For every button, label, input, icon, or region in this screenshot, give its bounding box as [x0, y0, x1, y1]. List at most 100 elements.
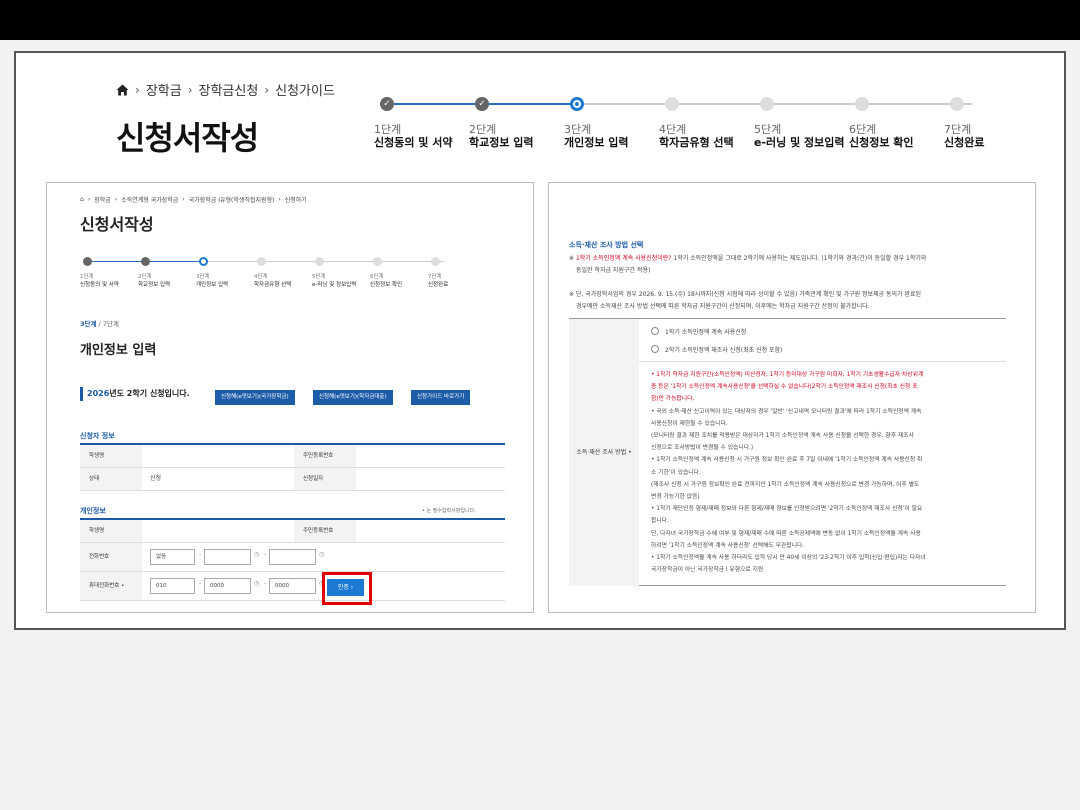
notice-bullet-line: 합니다.: [651, 518, 669, 525]
step-name: e-러닝 및 정보입력: [754, 136, 845, 149]
verify-button[interactable]: 인증 ›: [327, 579, 364, 596]
required-note: • 는 필수입력사항입니다.: [422, 508, 476, 514]
step-dot: [665, 97, 679, 111]
step-dot: [950, 97, 964, 111]
step-dot: [373, 257, 382, 266]
radio-option-1[interactable]: [651, 327, 659, 335]
notice-line: 동일한 학자금 지원구간 적용): [576, 267, 651, 274]
table-row: 학생명 주민등록번호: [80, 445, 505, 468]
step-dot: [315, 257, 324, 266]
notice-bullet-line: • 1학기 학자금 지원구간(소득인정액) 미산정자, 1학기 등미대상 가구원…: [651, 372, 924, 378]
mini-breadcrumb: ⌂ › 장학금 › 소득연계형 국가장학금 › 국가장학금 I유형(학생직접지원형) ›…: [80, 195, 307, 204]
phone-last-input[interactable]: [269, 549, 316, 565]
semester-text: 년도 2학기 신청입니다.: [109, 389, 190, 398]
progress-line-todo: [204, 261, 444, 262]
check-icon: ✓: [475, 97, 489, 111]
notice-bullet-line: 사용신청이 제한될 수 있습니다.: [651, 420, 728, 427]
guide-video-scholarship-button[interactable]: 신청해(e멋보기)(국가장학금): [215, 390, 295, 405]
top-black-bar: [0, 0, 1080, 40]
phone-area-select[interactable]: 없음: [150, 549, 195, 565]
step-name: 학교정보 입력: [138, 282, 171, 288]
breadcrumb: › 장학금 › 장학금신청 › 신청가이드: [116, 80, 335, 99]
radio-label[interactable]: 1학기 소득인정액 계속 사용신청: [665, 327, 746, 336]
step-dot: [760, 97, 774, 111]
applicant-info-table: 학생명 주민등록번호 상태 신청 신청일자: [80, 443, 505, 491]
personal-info-title: 개인정보: [80, 507, 106, 515]
notice-bullet-line: 변경 가능기한 없음): [651, 494, 700, 500]
current-step-dot: [570, 97, 584, 111]
right-screenshot-panel: 소득·재산 조사 방법 선택 ※ 1학기 소득인정액 계속 사용신청이란? 1학…: [548, 182, 1036, 613]
step-name: 신청동의 및 서약: [374, 136, 453, 149]
table-value-cell: 신청: [150, 475, 162, 482]
chevron-right-icon: ›: [135, 82, 140, 97]
notice-bullet-line: • 1학기 소득인정액을 계속 사용 하더라도 입학 당시 만 40세 이상의 …: [651, 555, 926, 561]
step-counter: 3단계 / 7단계: [80, 318, 119, 328]
breadcrumb-item[interactable]: 장학금: [94, 195, 111, 204]
step-name: 신청정보 확인: [849, 136, 914, 149]
left-screenshot-panel: ⌂ › 장학금 › 소득연계형 국가장학금 › 국가장학금 I유형(학생직접지원형) ›…: [46, 182, 534, 613]
notice-bullet-line: 소 기한'이 있습니다.: [651, 469, 701, 476]
info-icon: ◷: [319, 551, 325, 558]
table-header-cell: 전화번호: [80, 543, 142, 571]
mobile-area-select[interactable]: 010: [150, 578, 195, 594]
step-name: 신청완료: [944, 136, 985, 149]
semester-year: 2026: [87, 389, 110, 398]
table-header-cell: 학생명: [80, 445, 142, 467]
notice-highlight: 1학기 소득인정액 계속 사용신청이란?: [575, 255, 672, 262]
breadcrumb-item[interactable]: 신청가이드: [275, 80, 335, 99]
table-row: 상태 신청 신청일자: [80, 468, 505, 491]
mobile-middle-input[interactable]: 0000: [204, 578, 251, 594]
step-name: 학자금유형 선택: [254, 282, 292, 288]
step-dot: [257, 257, 266, 266]
home-icon[interactable]: ⌂: [80, 196, 84, 203]
guide-video-loan-button[interactable]: 신청해(e멋보기)(학자금대출): [313, 390, 393, 405]
step-number: 2단계: [138, 274, 152, 280]
step-number: 5단계: [312, 274, 326, 280]
table-row: 휴대전화번호 • 010 - 0000 ◷ - 0000 ◷: [80, 572, 505, 601]
mobile-last-input[interactable]: 0000: [269, 578, 316, 594]
slide-frame: › 장학금 › 장학금신청 › 신청가이드 신청서작성 ✓ 1단계 신청동의 및 서…: [14, 51, 1066, 630]
step-counter-current: 3단계: [80, 320, 97, 328]
semester-notice: 2026년도 2학기 신청입니다.: [80, 387, 190, 401]
step-number: 1단계: [80, 274, 94, 280]
table-header-cell: 학생명: [80, 520, 142, 542]
notice-bullet-line: (재조사 신청 시 가구원 정보확인 완료 전까지만 1학기 소득인정액 계속 …: [651, 481, 920, 488]
breadcrumb-item[interactable]: 국가장학금 I유형(학생직접지원형): [189, 195, 275, 204]
step-dot: [855, 97, 869, 111]
table-header-cell: 상태: [80, 468, 142, 490]
radio-label[interactable]: 2학기 소득인정액 재조사 신청(최초 신청 포함): [665, 345, 782, 354]
breadcrumb-item[interactable]: 장학금신청: [199, 80, 259, 99]
notice-bullet-line: 단, 다자녀 국가장학금 수혜 여부 및 형제/재매 수에 따른 소득공제액에 …: [651, 530, 921, 537]
notice-bullet-line: • 국외 소득·재산 신고이력이 있는 대상자의 경우 '일반' '신고내역 모…: [651, 408, 922, 415]
step-dot: [83, 257, 92, 266]
divider: [639, 361, 1006, 362]
step-name: 신청정보 확인: [370, 282, 403, 288]
breadcrumb-item[interactable]: 소득연계형 국가장학금: [121, 195, 178, 204]
chevron-right-icon: ›: [187, 82, 193, 97]
step-name: 개인정보 입력: [564, 136, 629, 149]
step-number: 3단계: [196, 274, 210, 280]
applicant-info-title: 신청자 정보: [80, 432, 115, 440]
step-progress: ✓ 1단계 신청동의 및 서약 ✓ 2단계 학교정보 입력 3단계 개인정보 입력 4단계…: [372, 95, 992, 155]
notice-bullet-line: 신청으로 조사방법이 변경될 수 있습니다.): [651, 445, 754, 452]
step-name: 학교정보 입력: [469, 136, 534, 149]
step-name: 신청완료: [428, 282, 449, 288]
step-name: 개인정보 입력: [196, 282, 229, 288]
check-icon: ✓: [380, 97, 394, 111]
notice-bullet-line: 국가장학금이 아닌 국가장학금 I 유형으로 지원: [651, 567, 764, 574]
step-number: 6단계: [370, 274, 384, 280]
notice-bullet-line: • 1학기 재단인정 형제/재매 정보와 다른 형제/재매 정보를 인정받으려면…: [651, 506, 923, 513]
home-icon[interactable]: [116, 84, 129, 96]
chevron-right-icon: ›: [264, 82, 270, 97]
step-dot: [141, 257, 150, 266]
breadcrumb-item[interactable]: 장학금: [146, 80, 182, 99]
breadcrumb-item[interactable]: 신청하기: [285, 195, 307, 204]
phone-middle-input[interactable]: [204, 549, 251, 565]
radio-option-2[interactable]: [651, 345, 659, 353]
current-step-dot: [199, 257, 208, 266]
section-title: 소득·재산 조사 방법 선택: [569, 241, 644, 249]
notice-bullet-line: 층 등은 '1학기 소득인정액 계속사용신청'을 선택하실 수 없습니다(2학기…: [651, 384, 918, 391]
guide-shortcut-button[interactable]: 신청가이드 바로가기: [411, 390, 471, 405]
step-number: 7단계: [428, 274, 442, 280]
table-header-cell: 신청일자: [294, 468, 356, 490]
